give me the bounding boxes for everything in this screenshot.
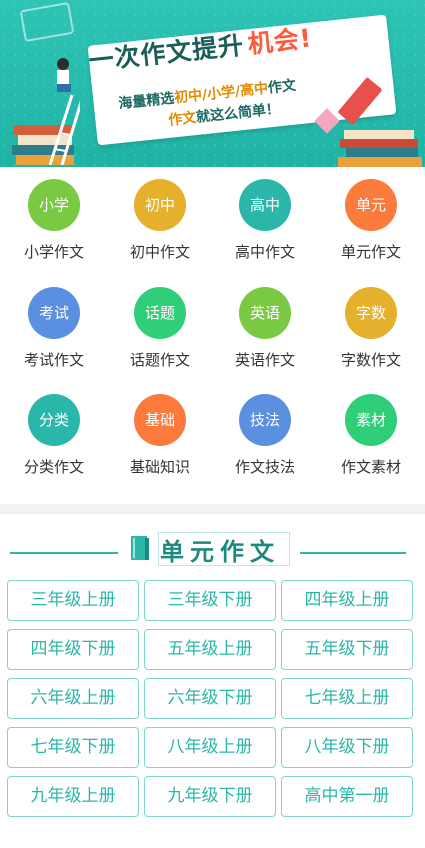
category-item[interactable]: 话题 话题作文 [107, 287, 213, 387]
category-icon: 素材 [345, 394, 397, 446]
grade-button[interactable]: 五年级下册 [281, 629, 413, 670]
book-icon [131, 536, 149, 560]
reading-student-icon [57, 58, 71, 92]
book-stack-icon [12, 94, 80, 165]
grade-button[interactable]: 七年级下册 [7, 727, 139, 768]
category-label: 考试作文 [23, 351, 84, 369]
grade-button[interactable]: 九年级下册 [144, 776, 276, 817]
category-item[interactable]: 素材 作文素材 [318, 394, 424, 494]
category-label: 作文素材 [340, 458, 401, 476]
category-label: 作文技法 [234, 458, 295, 476]
category-label: 英语作文 [234, 351, 295, 369]
grade-button[interactable]: 高中第一册 [281, 776, 413, 817]
category-label: 单元作文 [340, 243, 401, 261]
category-icon: 小学 [28, 179, 80, 231]
grade-button[interactable]: 八年级上册 [144, 727, 276, 768]
banner-subtitle-2-highlight: 作文 [167, 109, 198, 129]
category-icon: 考试 [28, 287, 80, 339]
header-divider-right [300, 552, 406, 554]
book-pile-icon [338, 130, 422, 167]
grade-button[interactable]: 四年级下册 [7, 629, 139, 670]
category-item[interactable]: 初中 初中作文 [107, 179, 213, 279]
category-icon: 单元 [345, 179, 397, 231]
category-item[interactable]: 小学 小学作文 [1, 179, 107, 279]
category-icon: 初中 [134, 179, 186, 231]
grade-button[interactable]: 三年级下册 [144, 580, 276, 621]
category-item[interactable]: 基础 基础知识 [107, 394, 213, 494]
grade-button[interactable]: 九年级上册 [7, 776, 139, 817]
grade-button[interactable]: 五年级上册 [144, 629, 276, 670]
unit-essay-section: 单元作文 三年级上册 三年级下册 四年级上册四年级下册 五年级上册 五年级下册六年级上册… [0, 514, 425, 848]
category-label: 初中作文 [129, 243, 190, 261]
category-icon: 高中 [239, 179, 291, 231]
category-item[interactable]: 单元 单元作文 [318, 179, 424, 279]
category-item[interactable]: 字数 字数作文 [318, 287, 424, 387]
grade-button[interactable]: 八年级下册 [281, 727, 413, 768]
section-title: 单元作文 [160, 537, 280, 566]
category-label: 字数作文 [340, 351, 401, 369]
grade-button[interactable]: 四年级上册 [281, 580, 413, 621]
banner-title-emphasis: 机会! [246, 23, 314, 59]
category-icon: 分类 [28, 394, 80, 446]
category-icon: 字数 [345, 287, 397, 339]
banner-subtitle-1-suffix: 作文 [267, 77, 297, 97]
category-label: 高中作文 [234, 243, 295, 261]
category-item[interactable]: 技法 作文技法 [212, 394, 318, 494]
category-label: 基础知识 [129, 458, 190, 476]
category-label: 分类作文 [23, 458, 84, 476]
category-item[interactable]: 考试 考试作文 [1, 287, 107, 387]
category-item[interactable]: 英语 英语作文 [212, 287, 318, 387]
category-icon: 英语 [239, 287, 291, 339]
grade-button[interactable]: 三年级上册 [7, 580, 139, 621]
category-label: 小学作文 [23, 243, 84, 261]
promo-banner[interactable]: 一次作文提升机会! 海量精选初中/小学/高中作文 作文就这么简单！ [0, 0, 425, 167]
grade-button[interactable]: 六年级上册 [7, 678, 139, 719]
header-divider-left [10, 552, 118, 554]
grade-button[interactable]: 七年级上册 [281, 678, 413, 719]
category-icon: 技法 [239, 394, 291, 446]
section-header: 单元作文 [0, 528, 425, 568]
category-label: 话题作文 [129, 351, 190, 369]
grade-button[interactable]: 六年级下册 [144, 678, 276, 719]
category-panel: 小学 小学作文 初中 初中作文 高中 高中作文 单元 单元作文 考试 考试作文 话题 话题作文 英语 英语… [0, 167, 425, 504]
category-item[interactable]: 分类 分类作文 [1, 394, 107, 494]
category-icon: 基础 [134, 394, 186, 446]
category-item[interactable]: 高中 高中作文 [212, 179, 318, 279]
category-icon: 话题 [134, 287, 186, 339]
